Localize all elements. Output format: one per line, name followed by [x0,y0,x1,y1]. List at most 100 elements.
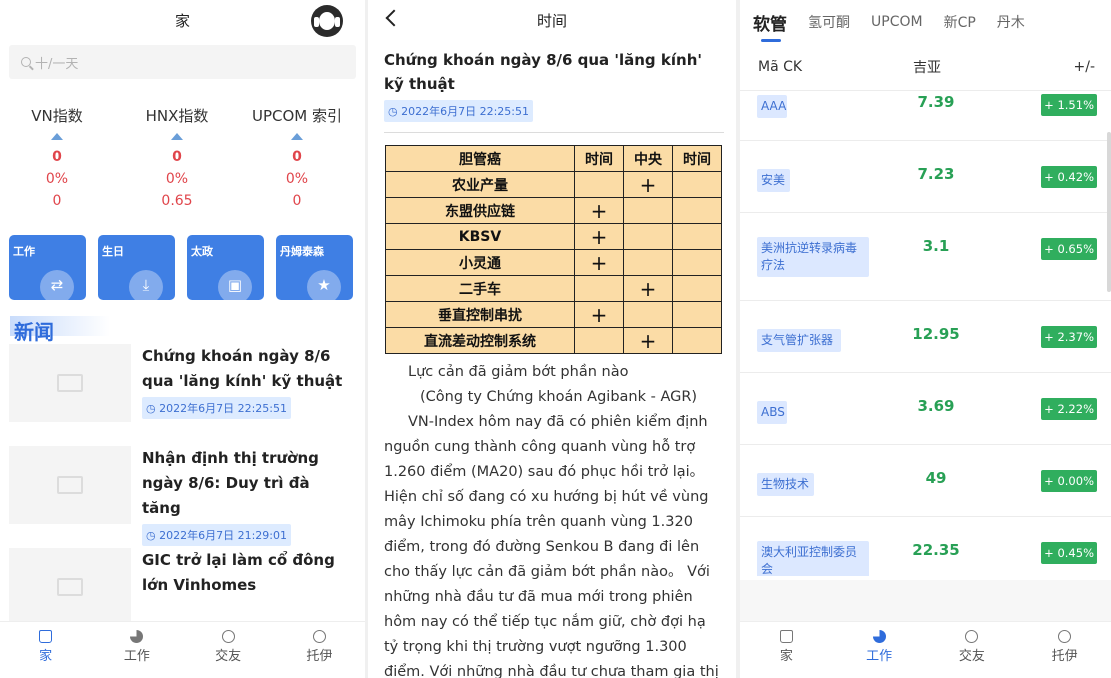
table-cell: + [574,197,624,224]
scrollbar[interactable] [1107,132,1111,292]
article-title: Chứng khoán ngày 8/6 qua 'lăng kính' kỹ … [384,51,702,93]
table-row[interactable]: 支气管扩张器 12.95 + 2.37% [740,300,1111,372]
table-header: 时间 [574,145,624,172]
exchange-tabs: 软管 氢可酮 UPCOM 新CP 丹木 [740,0,1111,44]
news-title: Nhận định thị trường ngày 8/6: Duy trì đ… [142,449,319,517]
stock-list-header: Mã CK 吉亚 +/- [740,44,1111,90]
news-item[interactable]: Nhận định thị trường ngày 8/6: Duy trì đ… [9,446,365,546]
exchange-icon [965,630,979,643]
tab-other[interactable]: 丹木 [997,12,1025,32]
stock-code: 安美 [757,169,790,192]
table-row: 二手车 + [385,275,722,302]
table-row[interactable]: 澳大利亚控制委员会 22.35 + 0.45% [740,516,1111,576]
shortcut-cards: 工作 ⇄ 生日 ⤓ 太政 ▣ 丹姆泰森 ★ [0,235,365,300]
table-cell: + [623,171,673,198]
index-name: VN指数 [31,107,83,125]
home-header: 家 [0,0,365,42]
stock-list: Mã CK 吉亚 +/- AAA 7.39 + 1.51% 安美 7.23 + … [740,44,1111,580]
triangle-up-icon [51,133,63,140]
tab-hnx[interactable]: 氢可酮 [808,12,850,32]
stock-code: 澳大利亚控制委员会 [757,541,869,576]
search-icon [21,57,31,67]
exchange-icon: ⇄ [50,276,64,294]
customer-support-icon[interactable] [311,5,343,37]
shortcut-card-favorite[interactable]: 丹姆泰森 ★ [276,235,353,300]
divider [384,132,724,133]
stock-price: 3.69 [917,397,955,415]
card-label: 工作 [13,245,35,258]
tab-friends[interactable]: 交友 [183,622,274,678]
image-placeholder-icon [57,374,83,392]
home-screen: 家 十/一天 VN指数 0 0% 0 HNX指数 0 0% 0.65 UPCOM… [0,0,365,678]
article-header: 时间 [368,0,736,42]
table-cell [623,197,673,224]
table-row[interactable]: ABS 3.69 + 2.22% [740,372,1111,444]
article-screen: 时间 Chứng khoán ngày 8/6 qua 'lăng kính' … [368,0,736,678]
stock-change-badge: + 0.42% [1041,166,1097,188]
column-header-price: 吉亚 [913,60,941,76]
table-row[interactable]: 美洲抗逆转录病毒疗法 3.1 + 0.65% [740,212,1111,300]
news-thumbnail [9,548,131,626]
market-indices: VN指数 0 0% 0 HNX指数 0 0% 0.65 UPCOM 索引 0 0… [0,105,365,215]
stock-code: AAA [757,95,787,118]
bottom-tab-bar: 家 工作 交友 托伊 [740,621,1111,678]
article-source: (Công ty Chứng khoán Agibank - AGR) [420,389,698,405]
table-cell: KBSV [385,223,575,250]
news-thumbnail [9,344,131,422]
index-change: 0.65 [161,193,193,209]
index-vn[interactable]: VN指数 0 0% 0 [0,105,114,215]
tab-hose[interactable]: 软管 [753,10,787,42]
index-upcom[interactable]: UPCOM 索引 0 0% 0 [240,105,354,215]
table-cell [574,171,624,198]
table-row[interactable]: AAA 7.39 + 1.51% [740,90,1111,140]
table-cell [623,249,673,276]
table-cell: + [574,249,624,276]
stock-change-badge: + 0.00% [1041,470,1097,492]
tab-profile[interactable]: 托伊 [1018,622,1111,678]
table-header-row: 胆管癌 时间 中央 时间 [385,145,722,172]
stock-price: 3.1 [922,237,950,255]
tab-home[interactable]: 家 [0,622,91,678]
table-row: 小灵通 + [385,249,722,276]
news-section-heading: 新闻 [10,316,365,344]
table-cell [623,223,673,250]
tab-friends[interactable]: 交友 [926,622,1019,678]
shortcut-card-policy[interactable]: 太政 ▣ [187,235,264,300]
home-icon [39,630,53,643]
stock-price: 7.39 [917,93,955,111]
tab-home[interactable]: 家 [740,622,833,678]
id-card-icon: ▣ [227,276,243,294]
search-input[interactable]: 十/一天 [9,45,356,79]
index-hnx[interactable]: HNX指数 0 0% 0.65 [120,105,234,215]
tab-new-cp[interactable]: 新CP [944,12,976,32]
tab-profile[interactable]: 托伊 [274,622,365,678]
table-header: 中央 [623,145,673,172]
article-header-title: 时间 [536,12,567,30]
table-row[interactable]: 安美 7.23 + 0.42% [740,140,1111,212]
index-name: HNX指数 [145,107,209,125]
stock-change-badge: + 0.45% [1041,542,1097,564]
tab-upcom[interactable]: UPCOM [871,14,923,30]
index-percent: 0% [165,171,189,187]
triangle-up-icon [291,133,303,140]
tab-work[interactable]: 工作 [833,622,926,678]
shortcut-card-work[interactable]: 工作 ⇄ [9,235,86,300]
table-row: KBSV + [385,223,722,250]
triangle-up-icon [171,133,183,140]
card-label: 生日 [102,245,124,258]
table-row: 东盟供应链 + [385,197,722,224]
shortcut-card-birthday[interactable]: 生日 ⤓ [98,235,175,300]
table-row: 农业产量 + [385,171,722,198]
home-icon [779,630,793,643]
table-row[interactable]: 生物技术 49 + 0.00% [740,444,1111,516]
bottom-tab-bar: 家 工作 交友 托伊 [0,621,365,678]
table-cell: 小灵通 [385,249,575,276]
news-item[interactable]: Chứng khoán ngày 8/6 qua 'lăng kính' kỹ … [9,344,365,444]
stock-price: 7.23 [917,165,955,183]
tab-work[interactable]: 工作 [91,622,182,678]
news-title: GIC trở lại làm cổ đông lớn Vinhomes [142,551,335,594]
table-cell: 二手车 [385,275,575,302]
stock-price: 22.35 [912,541,960,559]
stock-code: 生物技术 [757,473,814,496]
stock-change-badge: + 2.37% [1041,326,1097,348]
